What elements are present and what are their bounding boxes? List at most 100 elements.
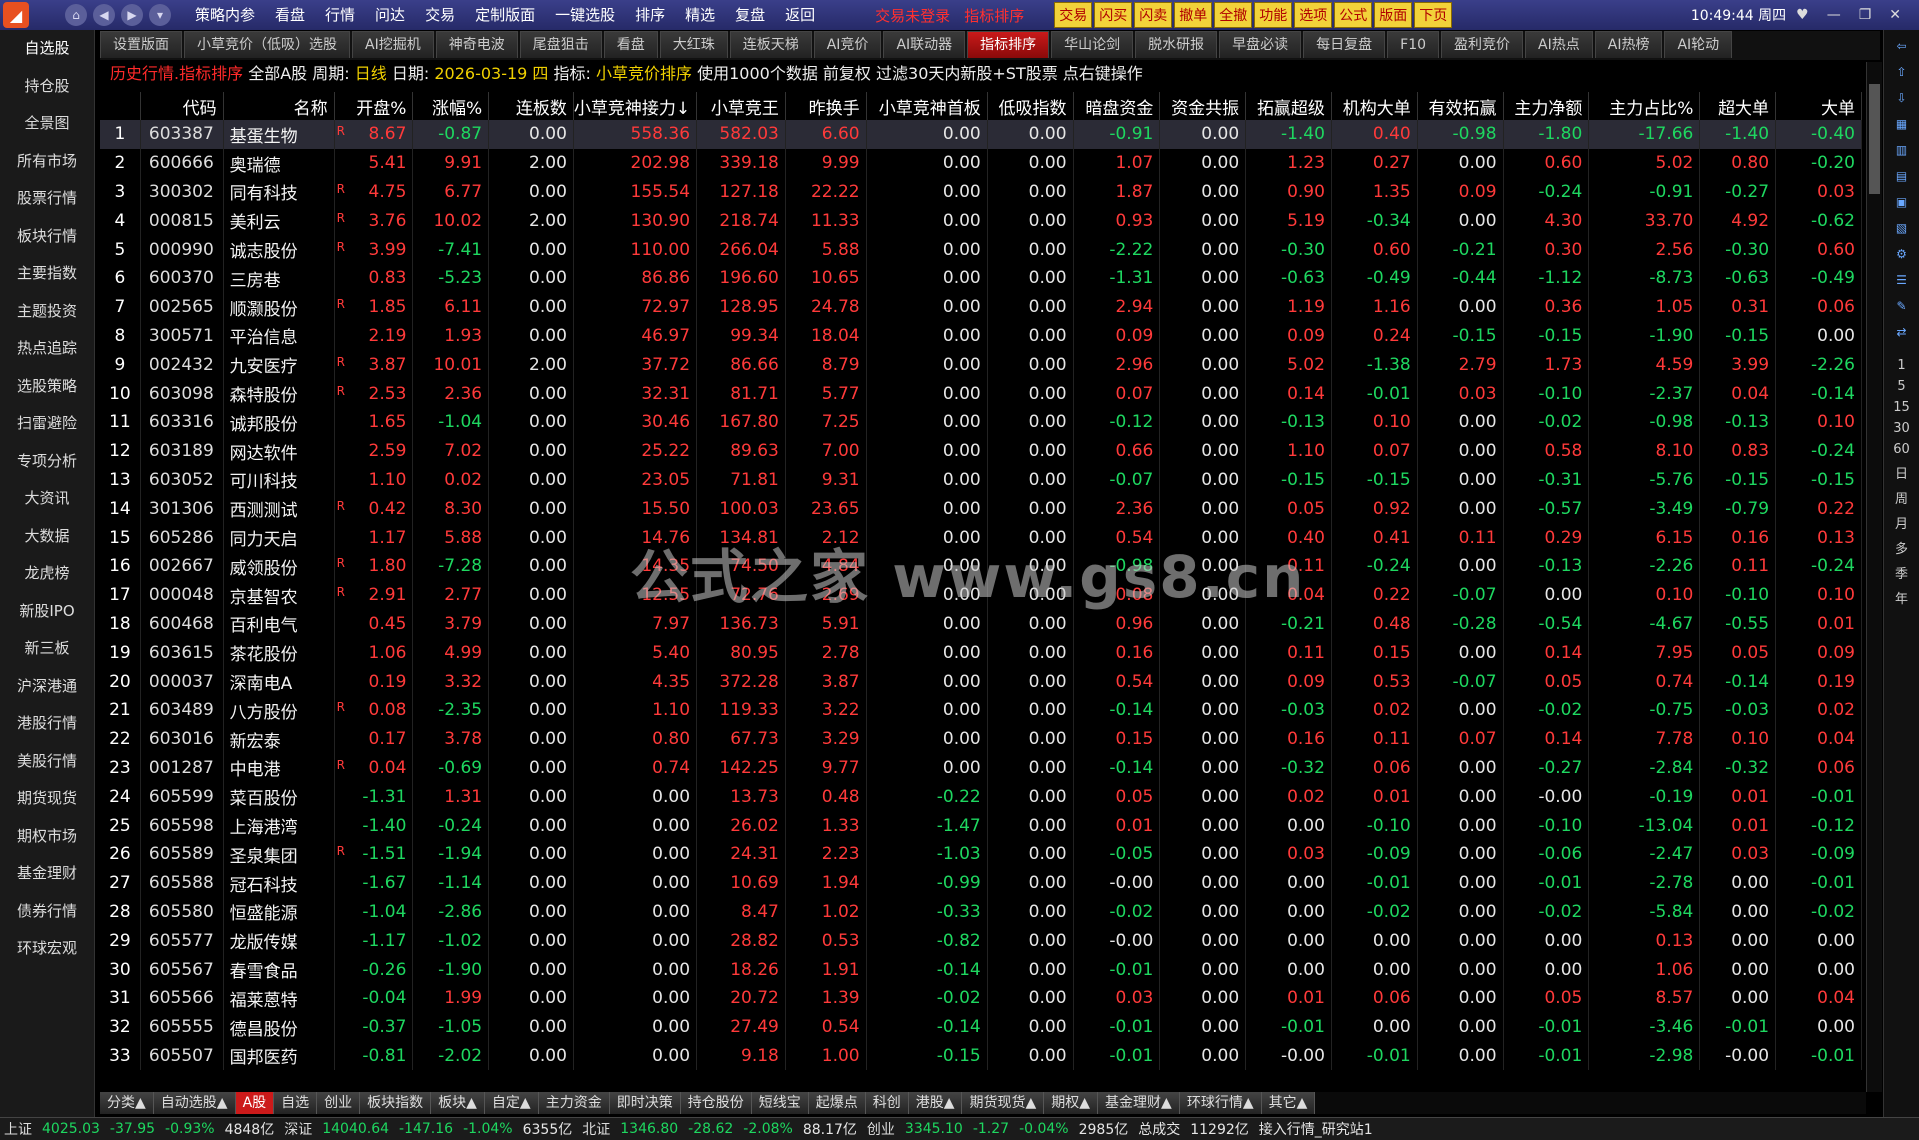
- stock-name[interactable]: 诚志股份: [223, 235, 335, 264]
- tab-item[interactable]: 盈利竞价: [1441, 31, 1524, 58]
- period-button[interactable]: 月: [1890, 513, 1914, 532]
- sidebar-item[interactable]: 基金理财: [0, 855, 94, 893]
- table-row[interactable]: 7 002565 顺灏股份 R 1.85 6.11 0.00 72.97 128.95 24.78…: [100, 292, 1862, 322]
- stock-code[interactable]: 605580: [140, 897, 224, 927]
- bottom-tab[interactable]: 板块指数: [360, 1092, 432, 1114]
- column-header[interactable]: 拓赢超级: [1245, 92, 1332, 120]
- stock-code[interactable]: 300571: [140, 321, 224, 351]
- skin-icon[interactable]: ♥: [1796, 7, 1809, 23]
- column-header[interactable]: 小草竞神首板: [866, 92, 988, 120]
- table-row[interactable]: 12 603189 网达软件 2.59 7.02 0.00 25.22 89.63 7.00 0.…: [100, 436, 1862, 466]
- sidebar-item[interactable]: 自选股: [0, 30, 94, 68]
- forward-icon[interactable]: ▶: [121, 4, 143, 26]
- minimize-icon[interactable]: —: [1827, 7, 1841, 23]
- table-row[interactable]: 31 605566 福莱蒽特 -0.04 1.99 0.00 0.00 20.72 1.39 -0…: [100, 983, 1862, 1013]
- stock-name[interactable]: 上海港湾: [223, 811, 335, 840]
- stock-name[interactable]: 同力天启: [223, 523, 335, 552]
- tab-item[interactable]: 看盘: [603, 31, 658, 58]
- tab-item[interactable]: 连板天梯: [729, 31, 812, 58]
- stock-name[interactable]: 新宏泰: [223, 724, 335, 754]
- tab-item[interactable]: AI挖掘机: [352, 31, 434, 58]
- menu-item[interactable]: 交易: [415, 0, 465, 30]
- tab-item[interactable]: 设置版面: [100, 31, 182, 58]
- table-row[interactable]: 22 603016 新宏泰 0.17 3.78 0.00 0.80 67.73 3.29 0.00…: [100, 724, 1862, 754]
- bottom-tab[interactable]: 创业: [317, 1092, 361, 1114]
- stock-code[interactable]: 603189: [140, 436, 224, 466]
- table-row[interactable]: 2 600666 奥瑞德 5.41 9.91 2.00 202.98 339.18 9.99 0.…: [100, 148, 1862, 178]
- swap-icon[interactable]: ⇄: [1892, 322, 1912, 342]
- stock-name[interactable]: 中电港: [223, 753, 335, 783]
- quick-button[interactable]: 版面: [1374, 2, 1413, 28]
- tab-item[interactable]: 指标排序: [967, 31, 1050, 58]
- period-button[interactable]: 15: [1890, 400, 1914, 415]
- stock-code[interactable]: 605507: [140, 1041, 224, 1071]
- column-header[interactable]: 连板数: [488, 92, 574, 120]
- info-period[interactable]: 日线: [355, 64, 387, 83]
- table-icon[interactable]: ▤: [1892, 166, 1912, 186]
- table-row[interactable]: 18 600468 百利电气 0.45 3.79 0.00 7.97 136.73 5.91 0.…: [100, 609, 1862, 639]
- tab-item[interactable]: F10: [1387, 31, 1440, 58]
- column-header[interactable]: 小草竞神接力↓: [573, 92, 698, 120]
- table-row[interactable]: 30 605567 春雪食品 -0.26 -1.90 0.00 0.00 18.26 1.91-…: [100, 955, 1862, 984]
- period-button[interactable]: 季: [1890, 563, 1914, 582]
- stock-code[interactable]: 001287: [140, 753, 224, 783]
- dropdown-icon[interactable]: ▾: [149, 4, 171, 26]
- table-row[interactable]: 32 605555 德昌股份 -0.37 -1.05 0.00 0.00 27.49 0.54-…: [100, 1012, 1862, 1042]
- stock-code[interactable]: 603387: [140, 120, 224, 149]
- sidebar-item[interactable]: 板块行情: [0, 218, 94, 256]
- bottom-tab[interactable]: 科创: [865, 1092, 909, 1114]
- stock-name[interactable]: 可川科技: [223, 465, 335, 495]
- stock-name[interactable]: 福莱蒽特: [223, 983, 335, 1013]
- home-icon[interactable]: ⌂: [65, 4, 87, 26]
- menu-item[interactable]: 行情: [315, 0, 365, 30]
- info-date[interactable]: 2026-03-19 四: [434, 64, 548, 83]
- bottom-tab[interactable]: 港股▲: [908, 1092, 963, 1114]
- stock-code[interactable]: 301306: [140, 494, 224, 524]
- info-indicator[interactable]: 小草竞价排序: [596, 64, 692, 83]
- pencil-icon[interactable]: ✎: [1892, 296, 1912, 316]
- stock-code[interactable]: 605555: [140, 1012, 224, 1042]
- stock-code[interactable]: 600666: [140, 148, 224, 178]
- stock-name[interactable]: 美利云: [223, 206, 335, 236]
- cy-value[interactable]: 3345.10: [905, 1121, 963, 1137]
- table-row[interactable]: 1 603387 基蛋生物 R 8.67 -0.87 0.00 558.36 582.03 6.6…: [100, 120, 1862, 149]
- stock-code[interactable]: 605566: [140, 983, 224, 1013]
- quick-button[interactable]: 公式: [1334, 2, 1373, 28]
- bottom-tab[interactable]: 自动选股▲: [153, 1092, 236, 1114]
- menu-item[interactable]: 问达: [365, 0, 415, 30]
- menu-item[interactable]: 返回: [775, 0, 825, 30]
- arrow-left-icon[interactable]: ⇦: [1892, 36, 1912, 56]
- stock-name[interactable]: 国邦医药: [223, 1041, 335, 1071]
- sidebar-item[interactable]: 持仓股: [0, 68, 94, 106]
- stock-name[interactable]: 九安医疗: [223, 350, 335, 380]
- stock-name[interactable]: 德昌股份: [223, 1012, 335, 1042]
- column-header[interactable]: 涨幅%: [412, 92, 490, 120]
- stock-code[interactable]: 603052: [140, 465, 224, 495]
- tab-item[interactable]: 尾盘狙击: [519, 31, 602, 58]
- quick-button[interactable]: 下页: [1414, 2, 1453, 28]
- table-row[interactable]: 4 000815 美利云 R 3.76 10.02 2.00 130.90 218.74 11.3…: [100, 206, 1862, 236]
- sidebar-item[interactable]: 龙虎榜: [0, 555, 94, 593]
- stock-code[interactable]: 603489: [140, 695, 224, 725]
- table-row[interactable]: 21 603489 八方股份 R 0.08 -2.35 0.00 1.10 119.33 3.22…: [100, 695, 1862, 725]
- menu-item[interactable]: 排序: [625, 0, 675, 30]
- table-row[interactable]: 13 603052 可川科技 1.10 0.02 0.00 23.05 71.81 9.31 0.…: [100, 465, 1862, 495]
- sidebar-item[interactable]: 新股IPO: [0, 593, 94, 631]
- sidebar-item[interactable]: 主要指数: [0, 255, 94, 293]
- table-row[interactable]: 26 605589 圣泉集团 R -1.51 -1.94 0.00 0.00 24.31 2.23…: [100, 839, 1862, 869]
- table-row[interactable]: 19 603615 茶花股份 1.06 4.99 0.00 5.40 80.95 2.78 0.0…: [100, 638, 1862, 668]
- stock-name[interactable]: 威领股份: [223, 551, 335, 581]
- sidebar-item[interactable]: 美股行情: [0, 743, 94, 781]
- bottom-tab[interactable]: 起爆点: [808, 1092, 866, 1114]
- list-icon[interactable]: ☰: [1892, 270, 1912, 290]
- stock-code[interactable]: 002432: [140, 350, 224, 380]
- tab-item[interactable]: 小草竞价（低吸）选股: [184, 31, 350, 58]
- stock-name[interactable]: 基蛋生物: [223, 120, 335, 149]
- period-button[interactable]: 多: [1890, 538, 1914, 557]
- period-button[interactable]: 周: [1890, 488, 1914, 507]
- sidebar-item[interactable]: 主题投资: [0, 293, 94, 331]
- stock-name[interactable]: 茶花股份: [223, 638, 335, 668]
- sidebar-item[interactable]: 扫雷避险: [0, 405, 94, 443]
- table-row[interactable]: 14 301306 西测测试 R 0.42 8.30 0.00 15.50 100.03 23.6…: [100, 494, 1862, 524]
- arrow-up-icon[interactable]: ⇧: [1892, 62, 1912, 82]
